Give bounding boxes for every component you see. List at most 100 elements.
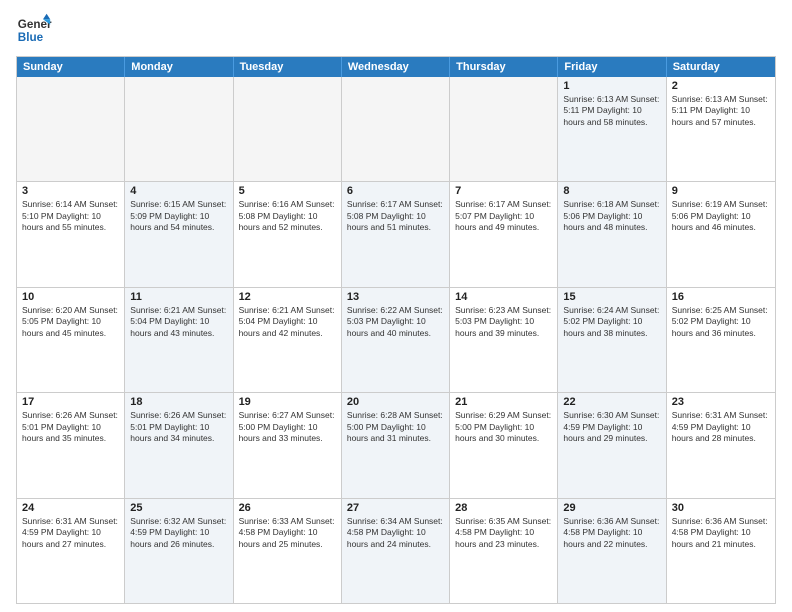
calendar-cell: 9Sunrise: 6:19 AM Sunset: 5:06 PM Daylig… xyxy=(667,182,775,286)
cell-info: Sunrise: 6:20 AM Sunset: 5:05 PM Dayligh… xyxy=(22,305,119,339)
calendar-cell: 1 Sunrise: 6:13 AM Sunset: 5:11 PM Daylig… xyxy=(558,77,666,181)
calendar-body: 1 Sunrise: 6:13 AM Sunset: 5:11 PM Daylig… xyxy=(17,77,775,603)
calendar-cell: 16 Sunrise: 6:25 AM Sunset: 5:02 PM Dayli… xyxy=(667,288,775,392)
calendar-cell: 29Sunrise: 6:36 AM Sunset: 4:58 PM Dayli… xyxy=(558,499,666,603)
weekday-header: Friday xyxy=(558,57,666,77)
day-number: 23 xyxy=(672,396,770,408)
weekday-header: Tuesday xyxy=(234,57,342,77)
day-number: 2 xyxy=(672,80,770,92)
calendar-row: 24Sunrise: 6:31 AM Sunset: 4:59 PM Dayli… xyxy=(17,499,775,603)
cell-info: Sunrise: 6:31 AM Sunset: 4:59 PM Dayligh… xyxy=(672,410,770,444)
cell-info: Sunrise: 6:34 AM Sunset: 4:58 PM Dayligh… xyxy=(347,516,444,550)
calendar-cell: 15 Sunrise: 6:24 AM Sunset: 5:02 PM Dayli… xyxy=(558,288,666,392)
header: General Blue xyxy=(16,12,776,48)
calendar-header: SundayMondayTuesdayWednesdayThursdayFrid… xyxy=(17,57,775,77)
day-number: 13 xyxy=(347,291,444,303)
calendar-cell: 26 Sunrise: 6:33 AM Sunset: 4:58 PM Dayli… xyxy=(234,499,342,603)
calendar-row: 17 Sunrise: 6:26 AM Sunset: 5:01 PM Dayli… xyxy=(17,393,775,498)
calendar-cell: 30Sunrise: 6:36 AM Sunset: 4:58 PM Dayli… xyxy=(667,499,775,603)
calendar-cell: 24Sunrise: 6:31 AM Sunset: 4:59 PM Dayli… xyxy=(17,499,125,603)
day-number: 8 xyxy=(563,185,660,197)
cell-info: Sunrise: 6:36 AM Sunset: 4:58 PM Dayligh… xyxy=(563,516,660,550)
logo-icon: General Blue xyxy=(16,12,52,48)
cell-info: Sunrise: 6:26 AM Sunset: 5:01 PM Dayligh… xyxy=(130,410,227,444)
day-number: 7 xyxy=(455,185,552,197)
cell-info: Sunrise: 6:25 AM Sunset: 5:02 PM Dayligh… xyxy=(672,305,770,339)
day-number: 19 xyxy=(239,396,336,408)
day-number: 15 xyxy=(563,291,660,303)
day-number: 3 xyxy=(22,185,119,197)
calendar-cell xyxy=(234,77,342,181)
cell-info: Sunrise: 6:21 AM Sunset: 5:04 PM Dayligh… xyxy=(239,305,336,339)
cell-info: Sunrise: 6:17 AM Sunset: 5:08 PM Dayligh… xyxy=(347,199,444,233)
day-number: 6 xyxy=(347,185,444,197)
day-number: 30 xyxy=(672,502,770,514)
calendar-cell: 27 Sunrise: 6:34 AM Sunset: 4:58 PM Dayli… xyxy=(342,499,450,603)
calendar-cell: 20 Sunrise: 6:28 AM Sunset: 5:00 PM Dayli… xyxy=(342,393,450,497)
day-number: 5 xyxy=(239,185,336,197)
day-number: 16 xyxy=(672,291,770,303)
cell-info: Sunrise: 6:17 AM Sunset: 5:07 PM Dayligh… xyxy=(455,199,552,233)
day-number: 27 xyxy=(347,502,444,514)
day-number: 17 xyxy=(22,396,119,408)
cell-info: Sunrise: 6:24 AM Sunset: 5:02 PM Dayligh… xyxy=(563,305,660,339)
svg-text:Blue: Blue xyxy=(18,31,44,44)
cell-info: Sunrise: 6:13 AM Sunset: 5:11 PM Dayligh… xyxy=(563,94,660,128)
calendar-cell: 22 Sunrise: 6:30 AM Sunset: 4:59 PM Dayli… xyxy=(558,393,666,497)
calendar-cell: 11 Sunrise: 6:21 AM Sunset: 5:04 PM Dayli… xyxy=(125,288,233,392)
cell-info: Sunrise: 6:15 AM Sunset: 5:09 PM Dayligh… xyxy=(130,199,227,233)
weekday-header: Sunday xyxy=(17,57,125,77)
cell-info: Sunrise: 6:26 AM Sunset: 5:01 PM Dayligh… xyxy=(22,410,119,444)
cell-info: Sunrise: 6:33 AM Sunset: 4:58 PM Dayligh… xyxy=(239,516,336,550)
calendar-cell: 6 Sunrise: 6:17 AM Sunset: 5:08 PM Daylig… xyxy=(342,182,450,286)
calendar-cell: 13Sunrise: 6:22 AM Sunset: 5:03 PM Dayli… xyxy=(342,288,450,392)
weekday-header: Wednesday xyxy=(342,57,450,77)
day-number: 9 xyxy=(672,185,770,197)
day-number: 18 xyxy=(130,396,227,408)
calendar-cell: 23 Sunrise: 6:31 AM Sunset: 4:59 PM Dayli… xyxy=(667,393,775,497)
day-number: 26 xyxy=(239,502,336,514)
calendar-cell: 17 Sunrise: 6:26 AM Sunset: 5:01 PM Dayli… xyxy=(17,393,125,497)
day-number: 1 xyxy=(563,80,660,92)
calendar-cell: 8Sunrise: 6:18 AM Sunset: 5:06 PM Daylig… xyxy=(558,182,666,286)
cell-info: Sunrise: 6:31 AM Sunset: 4:59 PM Dayligh… xyxy=(22,516,119,550)
calendar-cell xyxy=(125,77,233,181)
cell-info: Sunrise: 6:28 AM Sunset: 5:00 PM Dayligh… xyxy=(347,410,444,444)
day-number: 21 xyxy=(455,396,552,408)
logo: General Blue xyxy=(16,12,52,48)
calendar-cell: 19Sunrise: 6:27 AM Sunset: 5:00 PM Dayli… xyxy=(234,393,342,497)
calendar-cell: 5 Sunrise: 6:16 AM Sunset: 5:08 PM Daylig… xyxy=(234,182,342,286)
calendar: SundayMondayTuesdayWednesdayThursdayFrid… xyxy=(16,56,776,604)
weekday-header: Monday xyxy=(125,57,233,77)
calendar-row: 1 Sunrise: 6:13 AM Sunset: 5:11 PM Daylig… xyxy=(17,77,775,182)
day-number: 12 xyxy=(239,291,336,303)
day-number: 22 xyxy=(563,396,660,408)
calendar-cell: 2 Sunrise: 6:13 AM Sunset: 5:11 PM Daylig… xyxy=(667,77,775,181)
day-number: 25 xyxy=(130,502,227,514)
calendar-cell: 10 Sunrise: 6:20 AM Sunset: 5:05 PM Dayli… xyxy=(17,288,125,392)
cell-info: Sunrise: 6:30 AM Sunset: 4:59 PM Dayligh… xyxy=(563,410,660,444)
calendar-cell: 12 Sunrise: 6:21 AM Sunset: 5:04 PM Dayli… xyxy=(234,288,342,392)
cell-info: Sunrise: 6:21 AM Sunset: 5:04 PM Dayligh… xyxy=(130,305,227,339)
day-number: 11 xyxy=(130,291,227,303)
calendar-cell xyxy=(17,77,125,181)
calendar-cell: 4Sunrise: 6:15 AM Sunset: 5:09 PM Daylig… xyxy=(125,182,233,286)
day-number: 10 xyxy=(22,291,119,303)
day-number: 14 xyxy=(455,291,552,303)
weekday-header: Saturday xyxy=(667,57,775,77)
calendar-cell: 14Sunrise: 6:23 AM Sunset: 5:03 PM Dayli… xyxy=(450,288,558,392)
calendar-cell xyxy=(342,77,450,181)
cell-info: Sunrise: 6:13 AM Sunset: 5:11 PM Dayligh… xyxy=(672,94,770,128)
weekday-header: Thursday xyxy=(450,57,558,77)
day-number: 28 xyxy=(455,502,552,514)
page: General Blue SundayMondayTuesdayWednesda… xyxy=(0,0,792,612)
cell-info: Sunrise: 6:16 AM Sunset: 5:08 PM Dayligh… xyxy=(239,199,336,233)
day-number: 20 xyxy=(347,396,444,408)
calendar-cell: 21 Sunrise: 6:29 AM Sunset: 5:00 PM Dayli… xyxy=(450,393,558,497)
calendar-cell: 3Sunrise: 6:14 AM Sunset: 5:10 PM Daylig… xyxy=(17,182,125,286)
calendar-row: 10 Sunrise: 6:20 AM Sunset: 5:05 PM Dayli… xyxy=(17,288,775,393)
calendar-cell: 28Sunrise: 6:35 AM Sunset: 4:58 PM Dayli… xyxy=(450,499,558,603)
calendar-cell: 7 Sunrise: 6:17 AM Sunset: 5:07 PM Daylig… xyxy=(450,182,558,286)
calendar-row: 3Sunrise: 6:14 AM Sunset: 5:10 PM Daylig… xyxy=(17,182,775,287)
cell-info: Sunrise: 6:29 AM Sunset: 5:00 PM Dayligh… xyxy=(455,410,552,444)
